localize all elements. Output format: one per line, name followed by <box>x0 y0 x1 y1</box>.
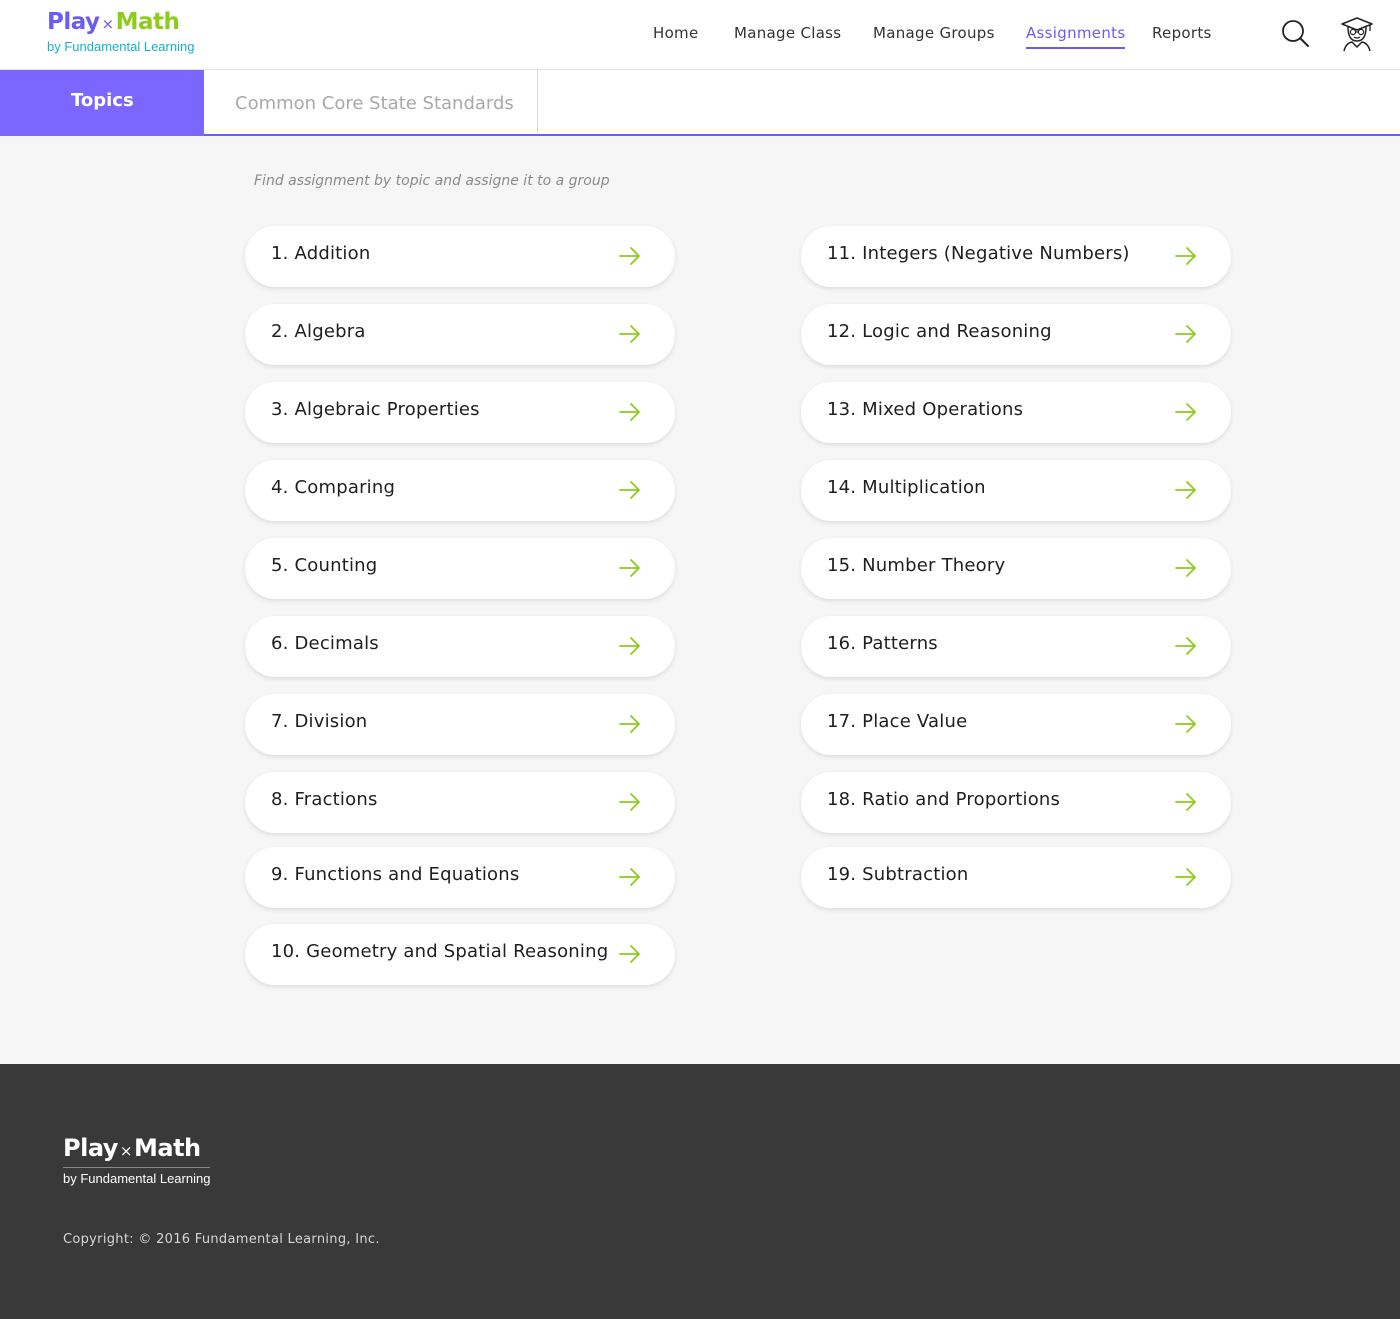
nav-manage-groups[interactable]: Manage Groups <box>873 24 995 48</box>
topic-label: 8. Fractions <box>271 789 378 810</box>
arrow-right-icon <box>1175 325 1196 343</box>
topic-label: 2. Algebra <box>271 321 366 342</box>
topic-label: 16. Patterns <box>827 633 938 654</box>
topic-item[interactable]: 12. Logic and Reasoning <box>801 304 1231 365</box>
topic-item[interactable]: 15. Number Theory <box>801 538 1231 599</box>
arrow-right-icon <box>619 481 640 499</box>
search-icon[interactable] <box>1279 16 1313 52</box>
arrow-right-icon <box>619 793 640 811</box>
logo-wordmark: Play ×Math <box>47 8 197 38</box>
logo-subtitle: by Fundamental Learning <box>47 39 195 54</box>
topic-item[interactable]: 8. Fractions <box>245 772 675 833</box>
topic-label: 13. Mixed Operations <box>827 399 1024 420</box>
arrow-right-icon <box>619 403 640 421</box>
arrow-right-icon <box>1175 247 1196 265</box>
topic-label: 4. Comparing <box>271 477 396 498</box>
topic-item[interactable]: 2. Algebra <box>245 304 675 365</box>
arrow-right-icon <box>619 868 640 886</box>
nav-manage-class[interactable]: Manage Class <box>734 24 841 48</box>
topic-label: 5. Counting <box>271 555 378 576</box>
topic-label: 10. Geometry and Spatial Reasoning <box>271 941 609 962</box>
topic-item[interactable]: 13. Mixed Operations <box>801 382 1231 443</box>
tab-common-core[interactable]: Common Core State Standards <box>204 70 538 134</box>
arrow-right-icon <box>1175 715 1196 733</box>
footer-logo-wordmark: Play ×Math <box>63 1134 210 1165</box>
copyright-text: Copyright: © 2016 Fundamental Learning, … <box>63 1232 380 1247</box>
topic-item[interactable]: 18. Ratio and Proportions <box>801 772 1231 833</box>
topic-item[interactable]: 6. Decimals <box>245 616 675 677</box>
topic-item[interactable]: 7. Division <box>245 694 675 755</box>
topic-label: 1. Addition <box>271 243 371 264</box>
topic-label: 7. Division <box>271 711 368 732</box>
logo-play: Play <box>47 9 100 35</box>
logo-math: Math <box>115 9 180 35</box>
topic-item[interactable]: 3. Algebraic Properties <box>245 382 675 443</box>
footer-logo-play: Play <box>63 1134 118 1162</box>
topic-label: 9. Functions and Equations <box>271 864 520 885</box>
topic-item[interactable]: 16. Patterns <box>801 616 1231 677</box>
footer-logo-math: Math <box>134 1134 201 1162</box>
graduate-avatar-icon[interactable] <box>1340 16 1374 52</box>
topic-item[interactable]: 9. Functions and Equations <box>245 847 675 908</box>
tab-topics[interactable]: Topics <box>0 70 204 136</box>
topic-label: 15. Number Theory <box>827 555 1006 576</box>
nav-home[interactable]: Home <box>653 24 699 48</box>
arrow-right-icon <box>1175 868 1196 886</box>
arrow-right-icon <box>619 325 640 343</box>
topic-item[interactable]: 1. Addition <box>245 226 675 287</box>
arrow-right-icon <box>1175 637 1196 655</box>
arrow-right-icon <box>619 945 640 963</box>
topic-label: 6. Decimals <box>271 633 379 654</box>
arrow-right-icon <box>1175 403 1196 421</box>
topic-item[interactable]: 10. Geometry and Spatial Reasoning <box>245 924 675 985</box>
topic-item[interactable]: 4. Comparing <box>245 460 675 521</box>
arrow-right-icon <box>619 637 640 655</box>
assignment-tabs: Topics Common Core State Standards <box>0 70 1400 136</box>
playxmath-logo[interactable]: Play ×Math by Fundamental Learning <box>47 8 197 62</box>
topic-label: 17. Place Value <box>827 711 968 732</box>
topic-item[interactable]: 17. Place Value <box>801 694 1231 755</box>
topic-label: 12. Logic and Reasoning <box>827 321 1052 342</box>
top-header: Play ×Math by Fundamental Learning Home M… <box>0 0 1400 70</box>
topic-label: 11. Integers (Negative Numbers) <box>827 243 1130 264</box>
topic-item[interactable]: 19. Subtraction <box>801 847 1231 908</box>
topic-label: 3. Algebraic Properties <box>271 399 480 420</box>
topic-label: 19. Subtraction <box>827 864 969 885</box>
page-footer: Play ×Math by Fundamental Learning Copyri… <box>0 1064 1400 1319</box>
footer-logo-subtitle: by Fundamental Learning <box>63 1167 211 1186</box>
topic-item[interactable]: 11. Integers (Negative Numbers) <box>801 226 1231 287</box>
instructions-text: Find assignment by topic and assigne it … <box>254 173 610 189</box>
arrow-right-icon <box>619 247 640 265</box>
arrow-right-icon <box>1175 481 1196 499</box>
arrow-right-icon <box>619 559 640 577</box>
topic-item[interactable]: 14. Multiplication <box>801 460 1231 521</box>
topic-label: 14. Multiplication <box>827 477 986 498</box>
nav-reports[interactable]: Reports <box>1152 24 1212 48</box>
arrow-right-icon <box>1175 793 1196 811</box>
topic-label: 18. Ratio and Proportions <box>827 789 1061 810</box>
topic-item[interactable]: 5. Counting <box>245 538 675 599</box>
arrow-right-icon <box>1175 559 1196 577</box>
footer-logo[interactable]: Play ×Math by Fundamental Learning <box>63 1134 211 1186</box>
logo-x: × <box>101 15 115 33</box>
nav-assignments[interactable]: Assignments <box>1026 24 1126 49</box>
arrow-right-icon <box>619 715 640 733</box>
footer-logo-x: × <box>119 1142 133 1160</box>
